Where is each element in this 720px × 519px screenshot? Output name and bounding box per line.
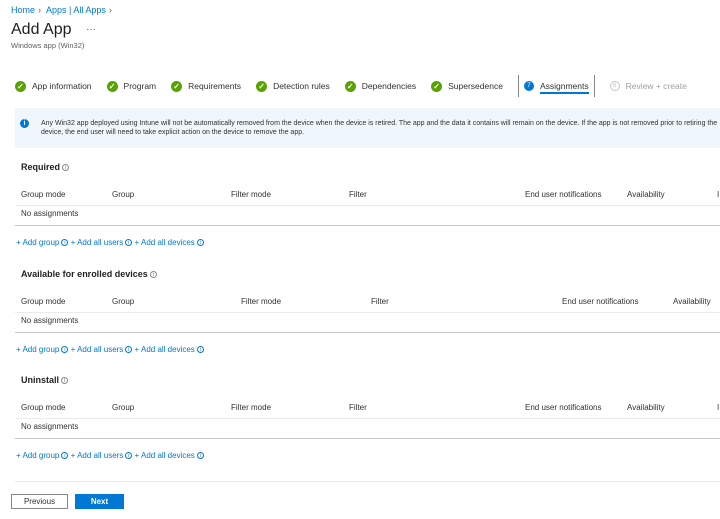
empty-row: No assignments [21,316,79,325]
wizard-steps: ✓ App information ✓ Program ✓ Requirements ✓ De… [15,75,702,97]
add-group-link[interactable]: + Add group [16,451,59,460]
step-program[interactable]: ✓ Program [106,78,157,94]
column-header[interactable]: End user notifications [525,403,602,412]
add-group-link[interactable]: + Add group [16,345,59,354]
step-requirements[interactable]: ✓ Requirements [171,78,241,94]
table-divider [15,225,720,226]
section-title: Available for enrolled devices i [21,269,157,279]
step-label: App information [32,81,92,91]
footer-divider [15,481,720,482]
add-all-devices-link[interactable]: + Add all devices [135,345,195,354]
chevron-right-icon: › [108,5,112,15]
checkmark-icon: ✓ [256,80,268,92]
column-header[interactable]: I [717,403,719,412]
section-title: Required i [21,162,70,172]
section-title-text: Available for enrolled devices [21,269,148,279]
add-all-devices-link[interactable]: + Add all devices [135,451,195,460]
section-title: Uninstall i [21,375,69,385]
column-header[interactable]: Group mode [21,297,65,306]
column-header[interactable]: End user notifications [562,297,639,306]
info-icon[interactable]: i [196,452,204,460]
column-header[interactable]: I [717,190,719,199]
column-header[interactable]: Filter mode [231,190,271,199]
add-all-users-link[interactable]: + Add all users [71,238,124,247]
page-subtitle: Windows app (Win32) [11,41,85,50]
header-divider [15,418,720,419]
step-label: Review + create [625,81,687,91]
column-header[interactable]: End user notifications [525,190,602,199]
info-icon[interactable]: i [149,271,157,279]
section-title-text: Required [21,162,61,172]
empty-row: No assignments [21,422,79,431]
step-review-create[interactable]: 8 Review + create [609,78,687,94]
breadcrumb-apps[interactable]: Apps | All Apps [46,5,106,15]
step-app-information[interactable]: ✓ App information [15,78,92,94]
column-header[interactable]: Filter [349,403,367,412]
checkmark-icon: ✓ [106,80,118,92]
chevron-right-icon: › [38,5,42,15]
info-banner: i Any Win32 app deployed using Intune wi… [15,108,720,148]
column-header[interactable]: Group mode [21,403,65,412]
add-all-users-link[interactable]: + Add all users [71,451,124,460]
add-group-link[interactable]: + Add group [16,238,59,247]
column-header[interactable]: Filter mode [241,297,281,306]
info-text: Any Win32 app deployed using Intune will… [41,120,718,136]
checkmark-icon: ✓ [171,80,183,92]
assignment-links: + Add group i + Add all users i + Add all … [16,451,204,460]
step-label: Dependencies [361,81,417,91]
column-header[interactable]: Filter [349,190,367,199]
info-icon[interactable]: i [62,164,70,172]
column-header[interactable]: Group mode [21,190,65,199]
table-divider [15,332,720,333]
column-header[interactable]: Filter [371,297,389,306]
info-icon[interactable]: i [61,452,69,460]
previous-button[interactable]: Previous [11,494,68,509]
step-supersedence[interactable]: ✓ Supersedence [431,78,503,94]
next-button[interactable]: Next [75,494,124,509]
column-header[interactable]: Group [112,403,134,412]
info-icon: i [20,119,29,128]
header-divider [15,312,720,313]
column-header[interactable]: Group [112,297,134,306]
info-icon[interactable]: i [61,377,69,385]
section-title-text: Uninstall [21,375,60,385]
page-title: Add App [11,21,72,38]
breadcrumb-home[interactable]: Home [11,5,35,15]
info-icon[interactable]: i [125,239,133,247]
info-icon[interactable]: i [125,452,133,460]
column-header[interactable]: Availability [627,403,665,412]
empty-row: No assignments [21,209,79,218]
assignment-links: + Add group i + Add all users i + Add all … [16,345,204,354]
column-header[interactable]: Filter mode [231,403,271,412]
info-icon[interactable]: i [125,346,133,354]
column-header[interactable]: Availability [627,190,665,199]
more-options-icon[interactable]: ··· [86,24,96,35]
step-dependencies[interactable]: ✓ Dependencies [344,78,417,94]
assignment-links: + Add group i + Add all users i + Add all … [16,238,204,247]
step-label: Program [123,81,157,91]
column-header[interactable]: Group [112,190,134,199]
checkmark-icon: ✓ [15,80,26,92]
column-header[interactable]: Availability [673,297,711,306]
step-label: Requirements [188,81,242,91]
step-detection-rules[interactable]: ✓ Detection rules [256,78,330,94]
header-divider [15,205,720,206]
info-icon[interactable]: i [61,346,69,354]
step-assignments[interactable]: 7 Assignments [517,75,595,97]
step-number-icon: 7 [523,81,534,91]
step-label: Assignments [539,81,589,94]
checkmark-icon: ✓ [344,80,356,92]
step-number-icon: 8 [609,81,620,91]
checkmark-icon: ✓ [431,80,443,92]
info-icon[interactable]: i [196,346,204,354]
info-icon[interactable]: i [196,239,204,247]
info-icon[interactable]: i [61,239,69,247]
add-all-devices-link[interactable]: + Add all devices [135,238,195,247]
step-label: Supersedence [448,81,503,91]
step-label: Detection rules [273,81,330,91]
add-all-users-link[interactable]: + Add all users [71,345,124,354]
table-divider [15,438,720,439]
breadcrumb: Home › Apps | All Apps › [11,5,115,15]
